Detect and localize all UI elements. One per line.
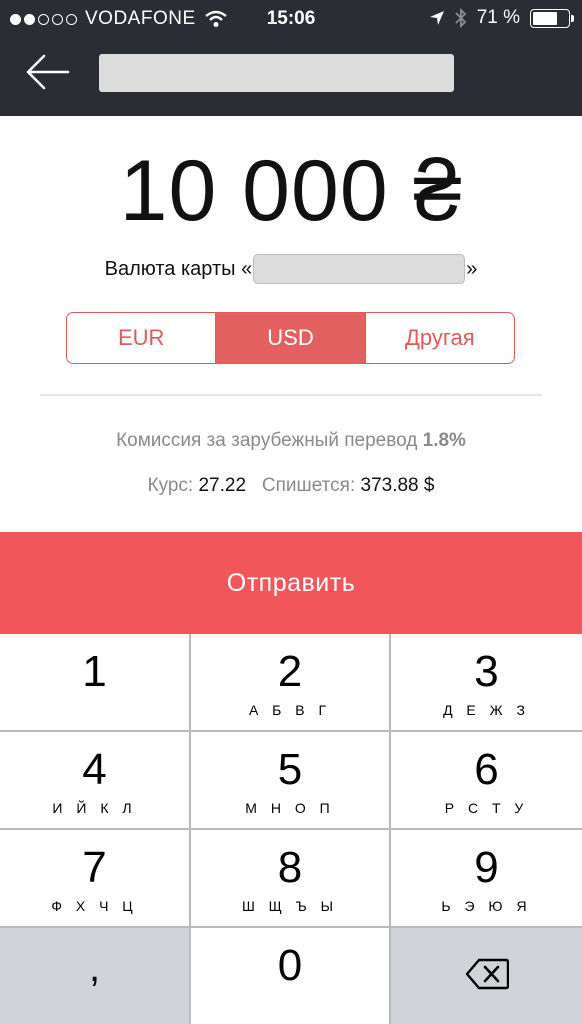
currency-option-eur[interactable]: EUR [67, 313, 215, 363]
fee-value: 1.8% [422, 430, 466, 451]
key-4[interactable]: 4 И Й К Л [0, 732, 189, 828]
status-indicators: 71 % [429, 7, 574, 29]
key-digit: 7 [82, 843, 107, 892]
status-bar: VODAFONE 15:06 71 % [0, 0, 582, 36]
numeric-keypad: 1 2 А Б В Г 3 Д Е Ж З 4 И Й К Л 5 М Н О … [0, 634, 582, 1024]
divider [40, 394, 542, 396]
key-7[interactable]: 7 Ф Х Ч Ц [0, 830, 189, 926]
key-9[interactable]: 9 Ь Э Ю Я [391, 830, 582, 926]
key-letters: М Н О П [245, 800, 335, 816]
key-letters: И Й К Л [52, 800, 137, 816]
key-digit: 6 [474, 745, 499, 794]
key-5[interactable]: 5 М Н О П [191, 732, 389, 828]
card-currency-close-quote: » [466, 257, 478, 280]
key-digit: 8 [277, 843, 303, 892]
currency-option-usd[interactable]: USD [215, 313, 365, 363]
key-digit: 3 [474, 647, 499, 696]
key-comma[interactable]: , [0, 928, 189, 1024]
key-1[interactable]: 1 [0, 634, 189, 730]
key-comma-glyph: , [88, 946, 101, 990]
debit-label: Спишется: [261, 475, 356, 496]
key-digit: 0 [277, 941, 303, 990]
key-letters: Ф Х Ч Ц [51, 898, 138, 914]
rate-label: Курс: [147, 475, 194, 496]
backspace-icon [465, 958, 509, 990]
card-name-redacted [253, 254, 466, 284]
rate-value: 27.22 [198, 475, 247, 496]
key-digit: 4 [82, 745, 107, 794]
recipient-field[interactable] [99, 54, 454, 92]
key-8[interactable]: 8 Ш Щ Ъ Ы [191, 830, 389, 926]
back-button[interactable] [24, 50, 80, 94]
send-button[interactable]: Отправить [0, 532, 582, 634]
key-digit: 9 [474, 843, 499, 892]
back-arrow-icon [26, 54, 70, 90]
key-6[interactable]: 6 Р С Т У [391, 732, 582, 828]
location-arrow-icon [429, 11, 444, 25]
key-letters: Ш Щ Ъ Ы [241, 898, 339, 914]
card-currency-label: Валюта карты « [104, 257, 253, 280]
currency-selector: EUR USD Другая [66, 312, 515, 364]
currency-option-other[interactable]: Другая [364, 313, 514, 363]
key-digit: 5 [277, 745, 303, 794]
rate-line: Курс: 27.22 Спишется: 373.88 $ [0, 475, 582, 497]
navigation-bar [0, 36, 582, 116]
key-letters: Р С Т У [444, 800, 529, 816]
key-letters: Ь Э Ю Я [441, 898, 532, 914]
transfer-panel: 10 000 ₴ Валюта карты « » EUR USD Другая… [0, 116, 582, 532]
card-currency-line: Валюта карты « » [0, 254, 582, 284]
key-letters: Д Е Ж З [443, 702, 530, 718]
battery-percent: 71 % [476, 7, 520, 28]
fee-label: Комиссия за зарубежный перевод [116, 430, 418, 451]
key-3[interactable]: 3 Д Е Ж З [391, 634, 582, 730]
key-digit: 1 [82, 647, 107, 696]
battery-icon [530, 8, 574, 28]
top-bar: VODAFONE 15:06 71 % [0, 0, 582, 116]
debit-value: 373.88 $ [360, 475, 435, 496]
fee-line: Комиссия за зарубежный перевод 1.8% [0, 430, 582, 452]
key-digit: 2 [277, 647, 303, 696]
key-delete[interactable] [391, 928, 582, 1024]
bluetooth-icon [455, 8, 466, 28]
key-0[interactable]: 0 [191, 928, 389, 1024]
key-2[interactable]: 2 А Б В Г [191, 634, 389, 730]
amount-display: 10 000 ₴ [119, 143, 463, 239]
key-letters: А Б В Г [248, 702, 332, 718]
